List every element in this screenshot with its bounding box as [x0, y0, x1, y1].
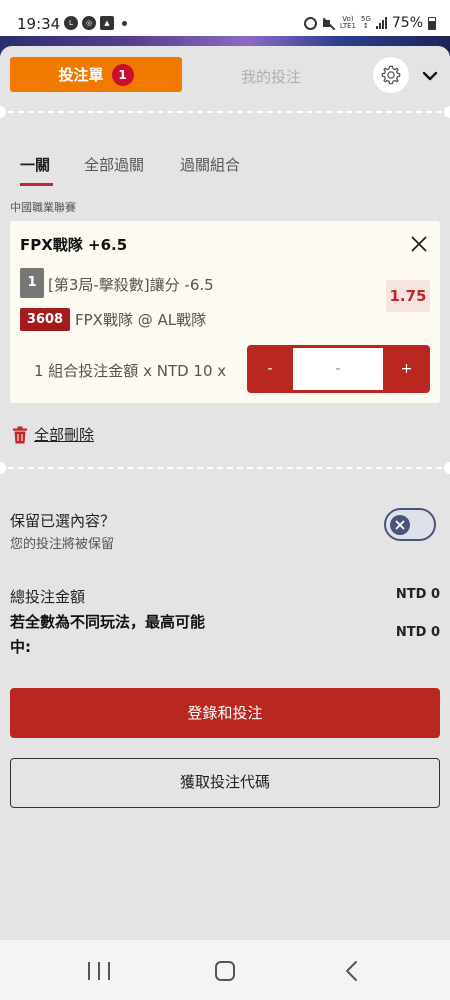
- mute-icon: [322, 17, 335, 30]
- back-button[interactable]: [342, 960, 362, 982]
- trash-icon: [13, 426, 27, 443]
- event-name: FPX戰隊 @ AL戰隊: [75, 311, 207, 329]
- battery-icon: [428, 16, 436, 30]
- selection-market: [第3局-擊殺數]讓分 -6.5: [48, 276, 214, 294]
- delete-all-label: 全部刪除: [34, 426, 95, 444]
- delete-all-button[interactable]: 全部刪除: [12, 424, 94, 445]
- alarm-icon: [303, 16, 317, 30]
- chrome-icon: ◎: [82, 16, 96, 30]
- max-win-label: 若全數為不同玩法，最高可能中:: [10, 613, 206, 656]
- betslip-tab-label: 投注單: [58, 66, 104, 84]
- back-icon: [346, 961, 357, 981]
- selection-number-badge: 1: [20, 268, 44, 298]
- betslip-count-badge: 1: [111, 63, 134, 86]
- tab-single[interactable]: 一關: [20, 154, 50, 175]
- active-tab-indicator: [20, 183, 53, 186]
- total-stake-value: NTD 0: [395, 587, 440, 602]
- selection-card: FPX戰隊 +6.5 1 [第3局-擊殺數]讓分 -6.5 1.75 3608 …: [10, 221, 440, 403]
- keep-selection-subtitle: 您的投注將被保留: [10, 537, 115, 552]
- event-id-badge: 3608: [20, 308, 70, 331]
- system-icons: Vo) LTE1 5G ↕ 75%: [303, 15, 436, 31]
- close-icon: [411, 236, 427, 252]
- max-win-value: NTD 0: [395, 625, 440, 640]
- volte-icon: Vo) LTE1: [339, 15, 356, 30]
- keep-selection-title: 保留已選內容？: [10, 512, 116, 530]
- 5g-icon: 5G ↕: [360, 15, 371, 30]
- chevron-down-icon: [422, 71, 438, 81]
- signal-icon: [375, 17, 387, 29]
- collapse-button[interactable]: [418, 64, 442, 88]
- dashed-divider-middle: [0, 462, 450, 474]
- bet-type-tabs: 一關 全部過關 過關組合: [0, 154, 450, 188]
- tab-all-parlay[interactable]: 全部過關: [84, 154, 144, 175]
- gear-icon: [381, 65, 401, 85]
- stake-label: 1 組合投注金額 x NTD 10 x: [34, 362, 227, 380]
- selection-odds: 1.75: [386, 280, 430, 312]
- home-button[interactable]: [215, 961, 235, 981]
- status-time: 19:34: [17, 15, 61, 33]
- stake-increase-button[interactable]: +: [383, 345, 430, 393]
- tab-parlay-combo[interactable]: 過關組合: [180, 154, 240, 175]
- battery-percent: 75%: [391, 15, 423, 31]
- dot-icon: [122, 20, 127, 26]
- betslip-sheet: 投注單 1 我的投注 一關 全部過關 過關組合 中國職業聯賽 FPX戰隊 +6.…: [0, 46, 450, 940]
- selection-title: FPX戰隊 +6.5: [20, 236, 128, 254]
- toggle-knob: [390, 515, 410, 535]
- stake-decrease-button[interactable]: -: [247, 345, 293, 393]
- keep-selection-toggle[interactable]: [384, 508, 436, 541]
- tab-my-bets[interactable]: 我的投注: [210, 66, 332, 87]
- notification-icons: L ◎ ▲: [64, 16, 127, 30]
- league-label: 中國職業聯賽: [10, 201, 76, 214]
- betslip-header: 投注單 1 我的投注: [0, 46, 450, 112]
- system-nav-bar: [0, 940, 450, 1000]
- dashed-divider-top: [0, 106, 450, 118]
- stake-input[interactable]: [293, 348, 383, 390]
- settings-button[interactable]: [373, 57, 409, 93]
- gallery-icon: ▲: [100, 16, 114, 30]
- line-icon: L: [64, 16, 78, 30]
- total-stake-label: 總投注金額: [10, 588, 86, 606]
- remove-selection-button[interactable]: [408, 233, 430, 255]
- tab-betslip[interactable]: 投注單 1: [10, 57, 182, 92]
- get-bet-code-button[interactable]: 獲取投注代碼: [10, 758, 440, 808]
- stake-stepper: - +: [247, 345, 430, 393]
- login-and-bet-button[interactable]: 登錄和投注: [10, 688, 440, 738]
- toggle-off-icon: [395, 520, 405, 530]
- recents-button[interactable]: [88, 962, 110, 980]
